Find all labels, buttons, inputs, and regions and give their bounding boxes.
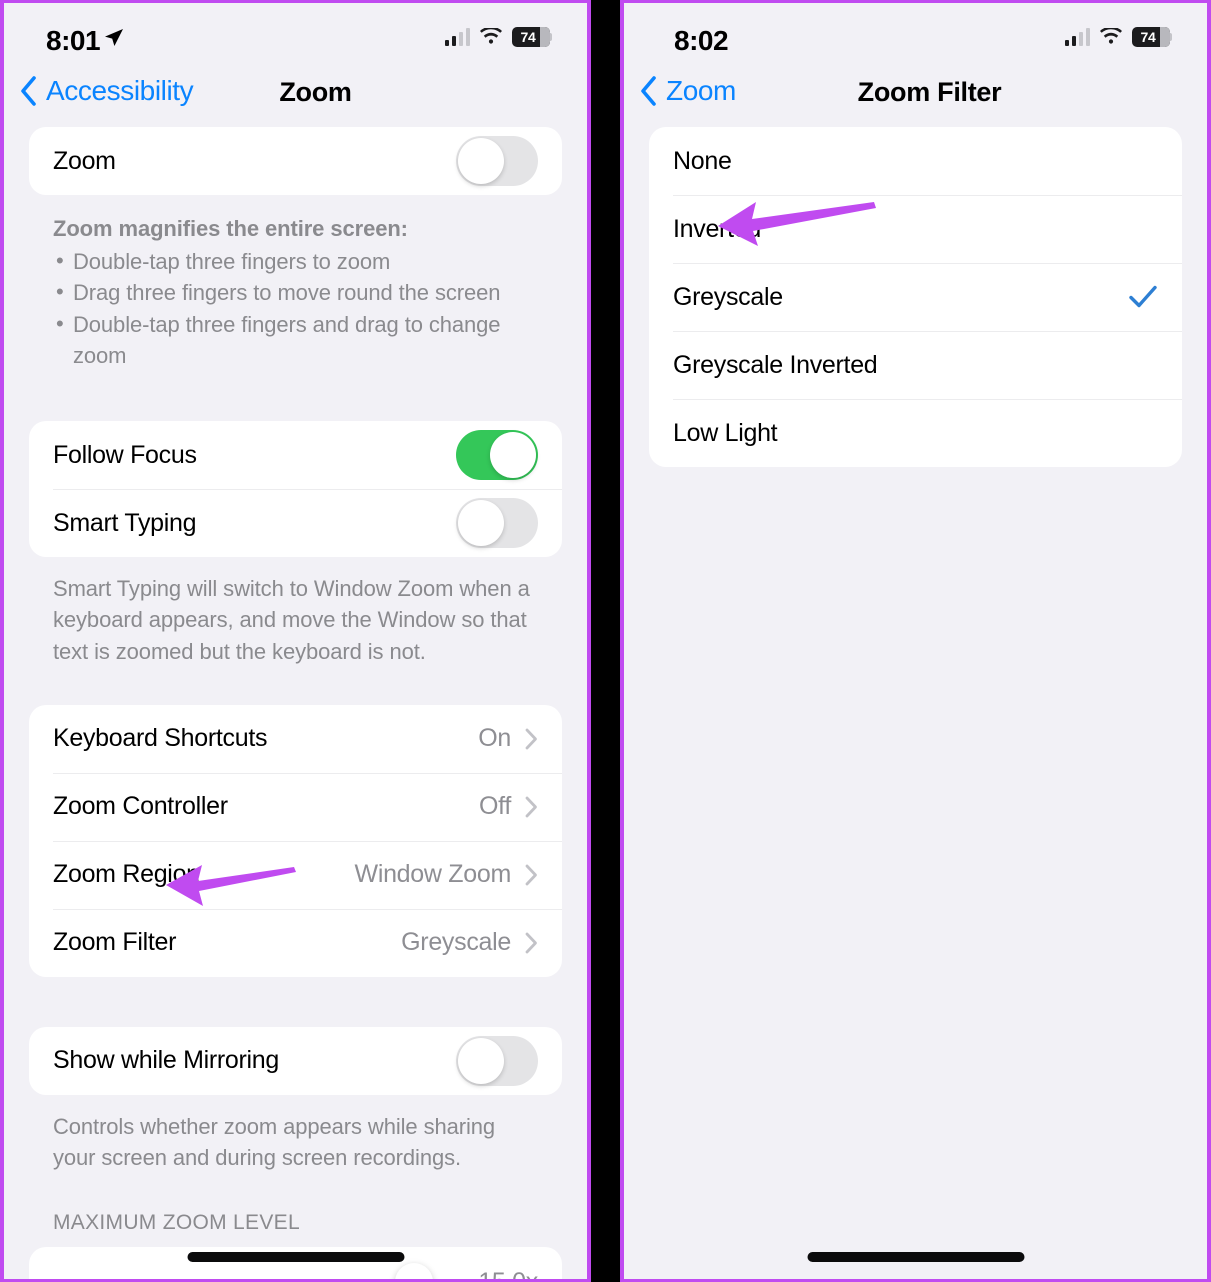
zoom-note-bullets: Double-tap three fingers to zoom Drag th… (53, 245, 538, 371)
row-zoom-region-label: Zoom Region (53, 860, 200, 889)
filter-option-label: None (673, 146, 732, 175)
zoom-options-card: Keyboard Shortcuts On Zoom Controller Of… (29, 704, 562, 977)
row-keyboard-shortcuts-label: Keyboard Shortcuts (53, 724, 268, 753)
zoom-section-note: Zoom magnifies the entire screen: Double… (29, 195, 562, 371)
filter-option-label: Greyscale (673, 282, 783, 311)
row-zoom-label: Zoom (53, 146, 116, 175)
status-indicators: 74 (1064, 27, 1172, 47)
zoom-toggle-card: Zoom (29, 127, 562, 195)
checkmark-icon (1129, 285, 1157, 308)
row-zoom-filter[interactable]: Zoom Filter Greyscale (29, 908, 562, 977)
iphone-zoom-filter-screen: 8:02 74 Zoom Zoom Filter None Inverted G… (620, 0, 1211, 1282)
zoom-toggle[interactable] (456, 136, 538, 186)
settings-content-left: Zoom Zoom magnifies the entire screen: D… (4, 127, 587, 1282)
row-smart-typing[interactable]: Smart Typing (29, 489, 562, 557)
zoom-filter-options-card: None Inverted Greyscale Greyscale Invert… (649, 127, 1182, 467)
battery-percent: 74 (1140, 29, 1156, 45)
cellular-bars-icon (444, 28, 470, 46)
home-indicator (187, 1252, 404, 1262)
battery-indicator: 74 (1132, 27, 1172, 47)
status-clock: 8:02 (674, 25, 729, 56)
row-keyboard-shortcuts-value: On (478, 724, 511, 753)
home-indicator (807, 1252, 1024, 1262)
focus-card: Follow Focus Smart Typing (29, 421, 562, 558)
status-clock: 8:01 (46, 25, 101, 56)
show-while-mirroring-toggle[interactable] (456, 1035, 538, 1086)
wifi-icon (480, 28, 502, 44)
wifi-icon (1100, 28, 1122, 44)
mirroring-note: Controls whether zoom appears while shar… (53, 1113, 496, 1171)
page-title: Zoom (279, 77, 352, 107)
row-smart-typing-label: Smart Typing (53, 508, 197, 537)
status-bar-left: 8:01 74 (4, 3, 587, 65)
filter-option-greyscale[interactable]: Greyscale (649, 263, 1182, 331)
follow-focus-toggle[interactable] (456, 430, 538, 481)
chevron-right-icon (525, 932, 537, 954)
row-zoom-region-value: Window Zoom (354, 860, 512, 889)
location-arrow-icon (105, 29, 123, 46)
battery-indicator: 74 (512, 27, 552, 47)
row-follow-focus[interactable]: Follow Focus (29, 421, 562, 489)
nav-bar-left: Accessibility Zoom (4, 65, 587, 127)
filter-option-none[interactable]: None (649, 127, 1182, 195)
chevron-right-icon (525, 728, 537, 750)
status-bar-right: 8:02 74 (624, 3, 1207, 65)
status-indicators: 74 (444, 27, 552, 47)
filter-option-greyscale-inverted[interactable]: Greyscale Inverted (649, 331, 1182, 399)
row-zoom-filter-value: Greyscale (401, 928, 511, 957)
dual-screenshot-container: 8:01 74 Accessibility Zoom Zoom Zoom mag… (0, 0, 1211, 1282)
filter-option-label: Low Light (673, 418, 778, 447)
slider-knob[interactable] (395, 1263, 433, 1279)
zoom-note-bullet: Drag three fingers to move round the scr… (53, 276, 538, 308)
row-zoom-controller-label: Zoom Controller (53, 792, 228, 821)
cellular-bars-icon (1064, 28, 1090, 46)
filter-option-label: Greyscale Inverted (673, 350, 878, 379)
filter-option-inverted[interactable]: Inverted (649, 195, 1182, 263)
iphone-zoom-settings-screen: 8:01 74 Accessibility Zoom Zoom Zoom mag… (0, 0, 591, 1282)
row-zoom-region[interactable]: Zoom Region Window Zoom (29, 840, 562, 909)
max-zoom-level-value: 15.0x (478, 1267, 538, 1282)
chevron-right-icon (525, 796, 537, 818)
mirroring-card: Show while Mirroring (29, 1026, 562, 1095)
row-keyboard-shortcuts[interactable]: Keyboard Shortcuts On (29, 705, 562, 773)
chevron-right-icon (525, 864, 537, 886)
smart-typing-note: Smart Typing will switch to Window Zoom … (53, 576, 530, 664)
row-show-while-mirroring-label: Show while Mirroring (53, 1046, 280, 1075)
smart-typing-toggle[interactable] (456, 498, 538, 549)
battery-percent: 74 (520, 29, 536, 45)
max-zoom-level-slider[interactable] (53, 1263, 433, 1279)
row-zoom-controller-value: Off (479, 792, 511, 821)
row-follow-focus-label: Follow Focus (53, 440, 197, 469)
page-title: Zoom Filter (857, 77, 1002, 107)
row-zoom[interactable]: Zoom (29, 127, 562, 195)
max-zoom-level-header: MAXIMUM ZOOM LEVEL (53, 1211, 300, 1235)
zoom-note-bullet: Double-tap three fingers to zoom (53, 245, 538, 277)
zoom-note-heading: Zoom magnifies the entire screen: (53, 216, 408, 241)
zoom-note-bullet: Double-tap three fingers and drag to cha… (53, 308, 538, 371)
settings-content-right: None Inverted Greyscale Greyscale Invert… (624, 127, 1207, 467)
filter-option-low-light[interactable]: Low Light (649, 399, 1182, 467)
filter-option-label: Inverted (673, 214, 761, 243)
row-show-while-mirroring[interactable]: Show while Mirroring (29, 1027, 562, 1095)
row-zoom-controller[interactable]: Zoom Controller Off (29, 772, 562, 841)
row-zoom-filter-label: Zoom Filter (53, 928, 177, 957)
nav-bar-right: Zoom Zoom Filter (624, 65, 1207, 127)
